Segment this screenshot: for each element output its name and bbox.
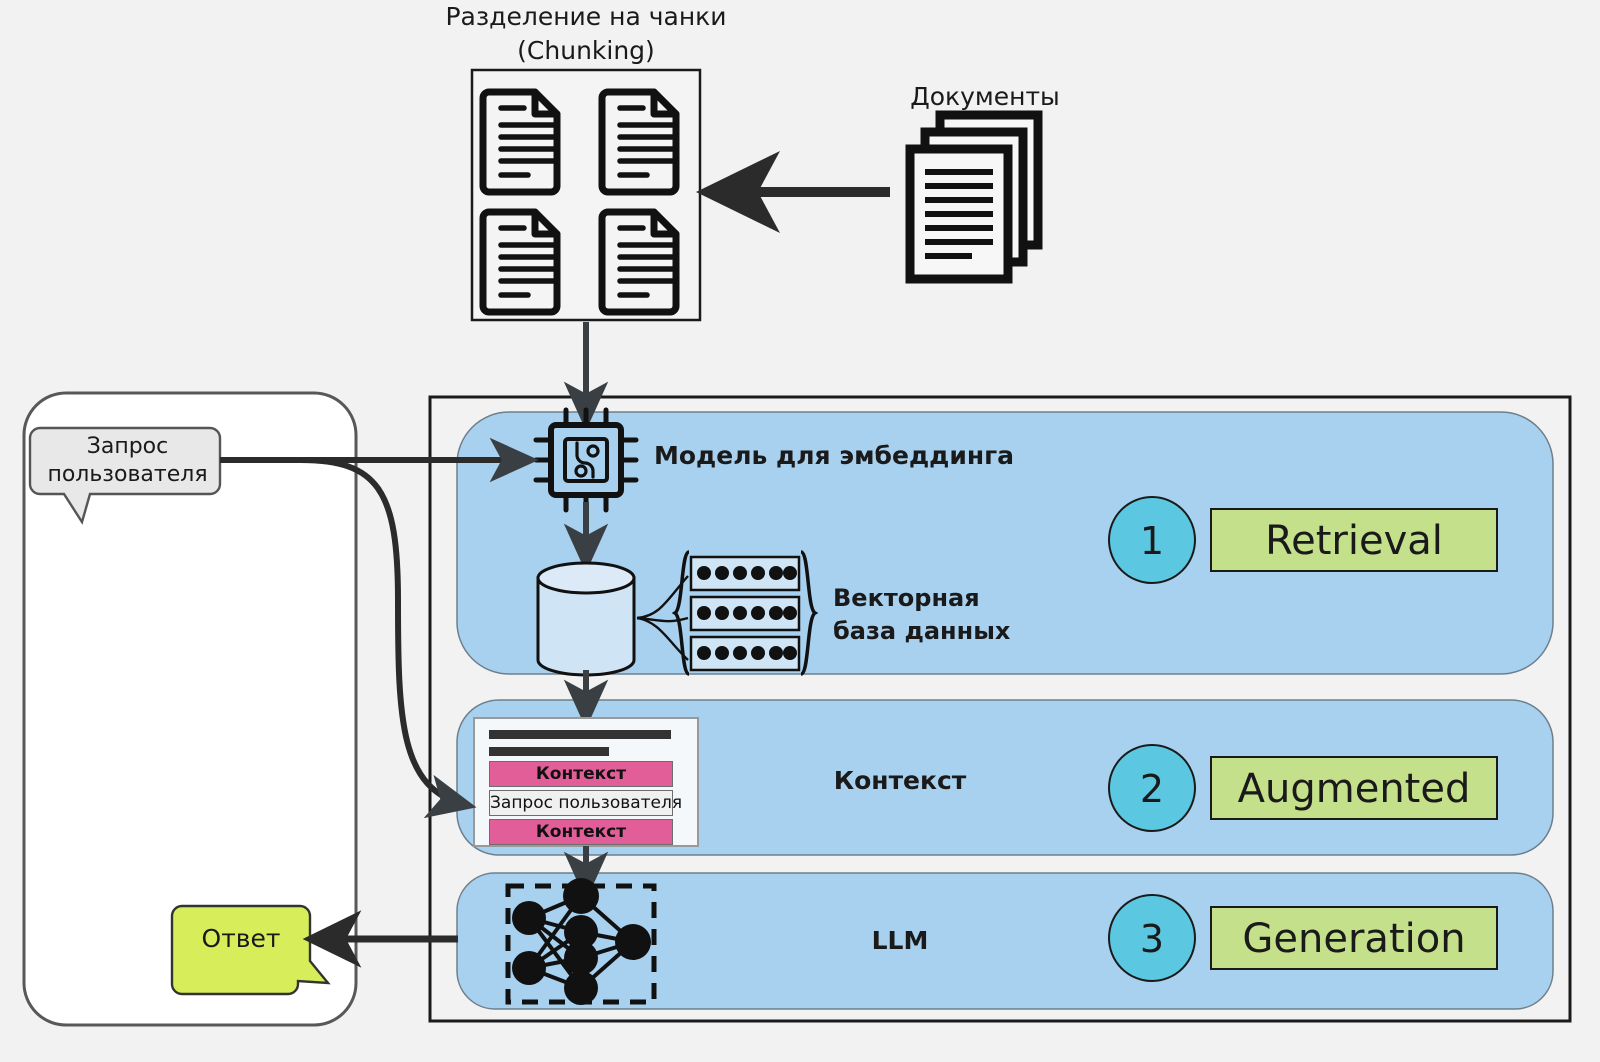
documents-stack-icon [905,110,1043,284]
rag-architecture-diagram: Разделение на чанки (Chunking) Документы… [0,0,1600,1062]
prompt-context-top: Контекст [489,761,673,787]
vectordb-label-line1: Векторная [833,584,980,612]
prompt-context-top-label: Контекст [535,764,627,784]
prompt-card-line-1 [489,730,671,739]
stage-1-name: Retrieval [1265,518,1443,564]
user-query-line2: пользователя [47,462,208,487]
cpu-chip-icon [533,407,639,513]
context-label: Контекст [833,766,967,795]
database-cylinder-icon [536,561,636,677]
answer-label: Ответ [201,924,281,953]
prompt-user-query-label: Запрос пользователя [490,793,683,813]
prompt-card-line-2 [489,747,609,756]
prompt-context-bottom: Контекст [489,819,673,845]
prompt-context-bottom-label: Контекст [535,822,627,842]
stage-2-name: Augmented [1237,766,1471,812]
vector-rows-icon [671,550,819,676]
stage-2-number: 2 [1139,767,1165,811]
vectordb-label-line2: база данных [833,617,1011,645]
stage-3-number: 3 [1139,917,1165,961]
embedding-model-label: Модель для эмбеддинга [654,441,1015,470]
chunking-title-line1: Разделение на чанки [445,2,727,31]
prompt-user-query: Запрос пользователя [489,790,683,816]
llm-label: LLM [871,926,929,955]
user-query-line1: Запрос [86,434,169,459]
stage-3-name: Generation [1242,916,1466,962]
documents-label: Документы [910,82,1060,111]
chunking-title-line2: (Chunking) [517,36,655,65]
stage-1-number: 1 [1139,519,1165,563]
